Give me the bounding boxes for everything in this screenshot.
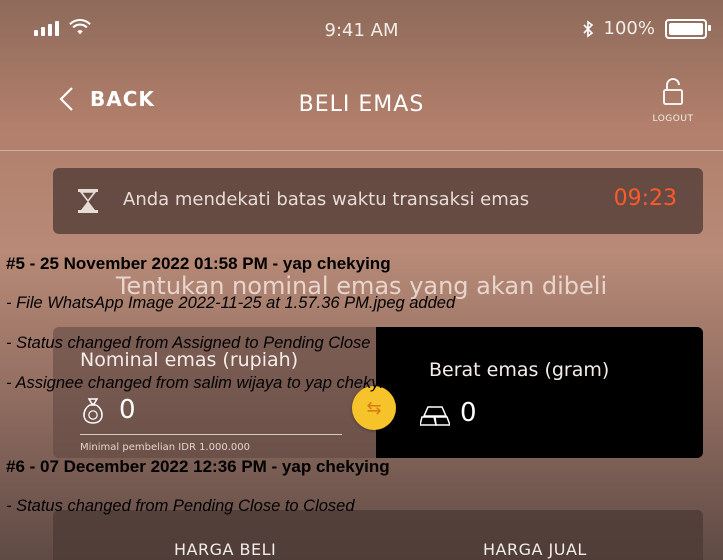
logout-button[interactable]: LOGOUT bbox=[645, 78, 701, 124]
swap-button[interactable]: ⇆ bbox=[352, 386, 396, 430]
gram-input-value[interactable]: 0 bbox=[460, 398, 477, 428]
bluetooth-icon bbox=[582, 19, 593, 38]
gram-input-section[interactable]: Berat emas (gram) 0 bbox=[376, 327, 703, 458]
battery-percentage: 100% bbox=[603, 18, 655, 39]
rupiah-input-label: Nominal emas (rupiah) bbox=[80, 349, 299, 371]
log-entry-header: #6 - 07 December 2022 12:36 PM - yap che… bbox=[6, 457, 390, 476]
section-heading: Tentukan nominal emas yang akan dibeli bbox=[115, 272, 608, 300]
timer-banner: Anda mendekati batas waktu transaksi ema… bbox=[53, 168, 703, 234]
rupiah-input-underline bbox=[80, 434, 342, 435]
log-entry-header: #5 - 25 November 2022 01:58 PM - yap che… bbox=[6, 254, 391, 273]
money-bag-icon bbox=[83, 398, 103, 424]
price-tabs: HARGA BELI HARGA JUAL bbox=[53, 510, 703, 560]
tab-harga-jual[interactable]: HARGA JUAL bbox=[483, 540, 587, 559]
unlock-icon bbox=[663, 78, 683, 105]
status-bar: 9:41 AM 100% bbox=[0, 0, 723, 60]
tab-harga-beli[interactable]: HARGA BELI bbox=[174, 540, 276, 559]
minimum-purchase-note: Minimal pembelian IDR 1.000.000 bbox=[80, 442, 250, 453]
rupiah-input-section[interactable]: Nominal emas (rupiah) 0 Minimal pembelia… bbox=[53, 327, 376, 458]
rupiah-input-value[interactable]: 0 bbox=[119, 395, 136, 425]
countdown-timer: 09:23 bbox=[613, 186, 677, 211]
gram-input-label: Berat emas (gram) bbox=[429, 359, 610, 381]
gold-bars-icon bbox=[420, 406, 450, 426]
logout-label: LOGOUT bbox=[652, 114, 694, 124]
nav-bar: BACK BELI EMAS LOGOUT bbox=[0, 60, 723, 151]
battery-icon bbox=[665, 18, 711, 39]
hourglass-icon bbox=[78, 189, 98, 213]
status-right: 100% bbox=[582, 18, 711, 39]
timer-message: Anda mendekati batas waktu transaksi ema… bbox=[123, 189, 530, 210]
swap-arrows-icon: ⇆ bbox=[366, 397, 382, 419]
page-title: BELI EMAS bbox=[298, 92, 425, 117]
